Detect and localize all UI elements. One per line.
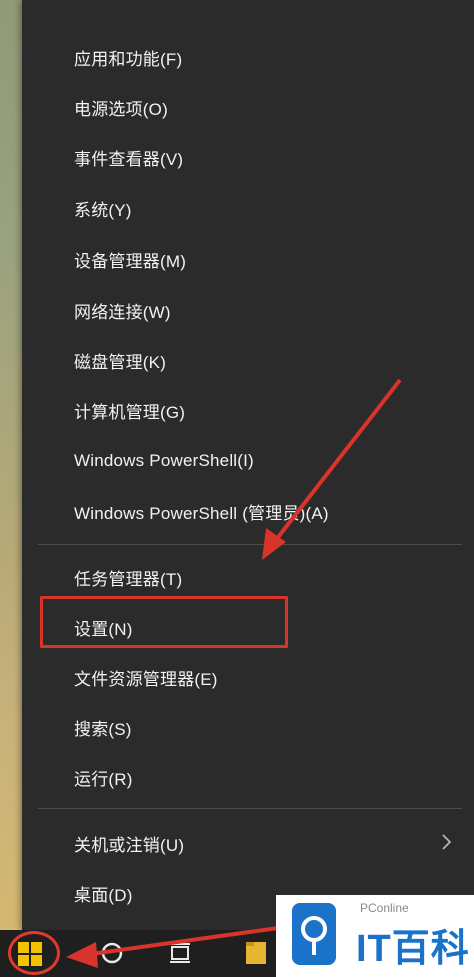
file-explorer-icon[interactable] — [242, 938, 270, 968]
chevron-right-icon — [442, 834, 452, 850]
menu-item-label: 计算机管理(G) — [74, 402, 186, 422]
menu-divider — [38, 808, 462, 809]
menu-item-system[interactable]: 系统(Y) — [22, 183, 474, 233]
menu-item-apps-features[interactable]: 应用和功能(F) — [22, 32, 474, 82]
watermark-badge: PConline IT百科 — [276, 895, 474, 977]
menu-item-label: 关机或注销(U) — [74, 835, 185, 855]
start-highlight-ring — [8, 931, 60, 975]
menu-item-label: 搜索(S) — [74, 719, 132, 739]
menu-item-label: Windows PowerShell(I) — [74, 451, 254, 470]
menu-item-label: 运行(R) — [74, 769, 133, 789]
watermark-brand-text: IT百科 — [356, 928, 470, 970]
menu-item-label: 事件查看器(V) — [74, 149, 184, 169]
menu-item-power-options[interactable]: 电源选项(O) — [22, 82, 474, 132]
menu-divider — [38, 544, 462, 545]
winx-context-menu: 应用和功能(F) 电源选项(O) 事件查看器(V) 系统(Y) 设备管理器(M)… — [22, 0, 474, 930]
menu-item-label: 磁盘管理(K) — [74, 352, 167, 372]
menu-item-event-viewer[interactable]: 事件查看器(V) — [22, 132, 474, 182]
menu-item-task-manager[interactable]: 任务管理器(T) — [22, 552, 474, 602]
menu-item-search[interactable]: 搜索(S) — [22, 702, 474, 752]
menu-item-label: 电源选项(O) — [74, 99, 168, 119]
menu-item-label: 应用和功能(F) — [74, 49, 183, 69]
watermark-small-text: PConline — [360, 901, 409, 915]
menu-item-powershell[interactable]: Windows PowerShell(I) — [22, 436, 474, 486]
menu-item-label: 设备管理器(M) — [74, 251, 187, 271]
task-view-icon[interactable] — [166, 938, 194, 968]
pconline-logo-icon — [292, 903, 336, 965]
menu-item-powershell-admin[interactable]: Windows PowerShell (管理员)(A) — [22, 486, 474, 536]
menu-item-label: 桌面(D) — [74, 885, 133, 905]
menu-item-network-connections[interactable]: 网络连接(W) — [22, 285, 474, 335]
menu-item-device-manager[interactable]: 设备管理器(M) — [22, 234, 474, 284]
menu-item-shutdown-signout[interactable]: 关机或注销(U) — [22, 818, 474, 868]
menu-item-file-explorer[interactable]: 文件资源管理器(E) — [22, 652, 474, 702]
menu-item-label: 网络连接(W) — [74, 302, 171, 322]
menu-item-label: 任务管理器(T) — [74, 569, 183, 589]
menu-item-label: 系统(Y) — [74, 200, 132, 220]
menu-item-run[interactable]: 运行(R) — [22, 752, 474, 802]
cortana-icon[interactable] — [98, 938, 126, 968]
settings-highlight-box — [40, 596, 288, 648]
menu-item-computer-management[interactable]: 计算机管理(G) — [22, 385, 474, 435]
menu-item-label: 文件资源管理器(E) — [74, 669, 218, 689]
menu-item-disk-management[interactable]: 磁盘管理(K) — [22, 335, 474, 385]
menu-item-label: Windows PowerShell (管理员)(A) — [74, 503, 329, 523]
